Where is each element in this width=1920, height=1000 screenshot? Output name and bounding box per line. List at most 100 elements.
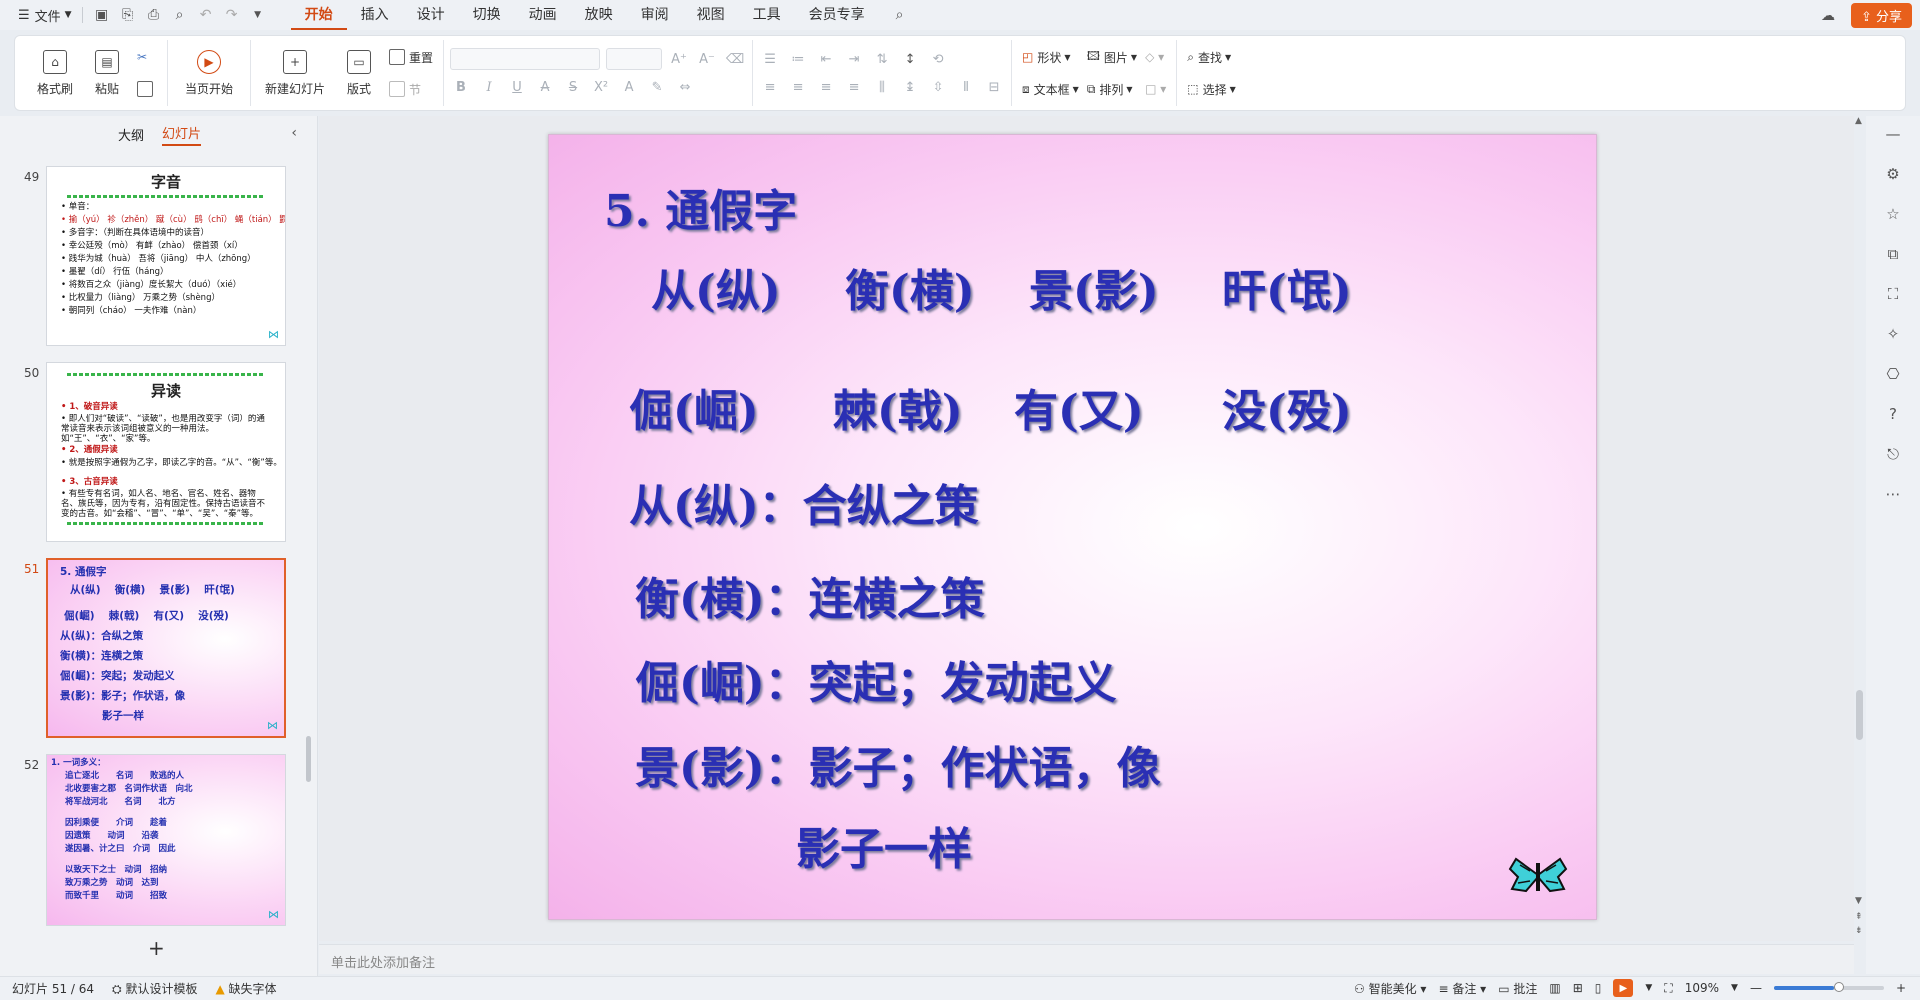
print-preview-icon[interactable]: ⌕ <box>169 4 191 26</box>
share-button[interactable]: ⇪ 分享 <box>1850 3 1912 28</box>
current-slide[interactable]: 5. 通假字 从(纵) 衡(横) 景(影) 旰(氓) 倔(崛) 棘(戟) 有(又… <box>548 134 1597 920</box>
fill-button[interactable]: ◇ ▾ <box>1145 45 1166 69</box>
new-slide-button[interactable]: + 新建幻灯片 <box>257 41 333 105</box>
reading-view-icon[interactable]: ▯ <box>1595 981 1602 995</box>
customize-toolbar-icon[interactable]: ▼ <box>247 4 269 26</box>
next-slide-icon[interactable]: ⇟ <box>1855 926 1863 936</box>
chevron-down-icon[interactable]: ▼ <box>1731 983 1738 993</box>
slide-definition[interactable]: 从(纵)：合纵之策 <box>629 470 979 534</box>
select-button[interactable]: ⬚ 选择 ▼ <box>1187 77 1236 101</box>
double-strike-icon[interactable]: S <box>562 76 584 98</box>
align-right-icon[interactable]: ≡ <box>815 76 837 98</box>
zoom-out-icon[interactable]: — <box>1750 981 1762 995</box>
tab-outline[interactable]: 大纲 <box>118 125 144 144</box>
slide-thumbnail-50[interactable]: 异读 • 1、破音异读 • 即人们对“破读”、“读破”，也是用改变字（词）的通常… <box>46 362 286 542</box>
cut-button[interactable]: ✂ <box>137 45 157 69</box>
bullets-icon[interactable]: ☰ <box>759 48 781 70</box>
collapse-panel-icon[interactable]: ‹ <box>291 125 297 141</box>
paste-button[interactable]: ▤ 粘贴 <box>81 41 133 105</box>
bold-icon[interactable]: B <box>450 76 472 98</box>
text-direction-icon[interactable]: ⇅ <box>871 48 893 70</box>
strikethrough-icon[interactable]: A <box>534 76 556 98</box>
slide-title[interactable]: 5. 通假字 <box>604 175 797 239</box>
decrease-indent-icon[interactable]: ⇤ <box>815 48 837 70</box>
layout-button[interactable]: ▭ 版式 <box>333 41 385 105</box>
properties-icon[interactable]: ⚙ <box>1883 164 1903 184</box>
italic-icon[interactable]: I <box>478 76 500 98</box>
font-family-select[interactable] <box>450 48 601 70</box>
slide-word[interactable]: 有(又) <box>1014 375 1144 439</box>
copy-button[interactable] <box>137 77 157 101</box>
prev-slide-icon[interactable]: ⇞ <box>1855 912 1863 922</box>
redo-icon[interactable]: ↷ <box>221 4 243 26</box>
tab-review[interactable]: 审阅 <box>627 0 683 30</box>
template-button[interactable]: ⛭ 默认设计模板 <box>112 980 197 997</box>
collapse-sidebar-icon[interactable]: — <box>1883 124 1903 144</box>
help-icon[interactable]: ? <box>1883 404 1903 424</box>
chevron-down-icon[interactable]: ▼ <box>1645 983 1652 993</box>
font-color-icon[interactable]: A <box>618 76 640 98</box>
tab-design[interactable]: 设计 <box>403 0 459 30</box>
star-icon[interactable]: ☆ <box>1883 204 1903 224</box>
cloud-sync-icon[interactable]: ☁ <box>1817 5 1839 27</box>
tools-icon[interactable]: ✧ <box>1883 324 1903 344</box>
numbering-icon[interactable]: ≔ <box>787 48 809 70</box>
zoom-level[interactable]: 109% <box>1685 981 1719 995</box>
notes-button[interactable]: ≡ 备注 ▾ <box>1438 980 1486 997</box>
save-icon[interactable]: ▣ <box>91 4 113 26</box>
justify-icon[interactable]: ≡ <box>843 76 865 98</box>
undo-icon[interactable]: ↶ <box>195 4 217 26</box>
sorter-view-icon[interactable]: ⊞ <box>1573 981 1583 995</box>
superscript-icon[interactable]: X² <box>590 76 612 98</box>
book-icon[interactable]: ⎔ <box>1883 364 1903 384</box>
slide-word[interactable]: 景(影) <box>1029 255 1159 319</box>
panel-scrollbar[interactable] <box>306 736 311 782</box>
slide-thumbnail-52[interactable]: 1. 一词多义： 追亡逐北 名词 败逃的人 北收要害之郡 名词作状语 向北 将军… <box>46 754 286 926</box>
reset-button[interactable]: 重置 <box>389 45 433 69</box>
slide-thumbnail-51[interactable]: 5. 通假字 从(纵) 衡(横) 景(影) 旰(氓) 倔(崛) 棘(戟) 有(又… <box>46 558 286 738</box>
sort-icon[interactable]: ↕ <box>899 48 921 70</box>
slide-definition[interactable]: 倔(崛)：突起；发动起义 <box>635 647 1117 711</box>
scroll-thumb[interactable] <box>1856 690 1863 740</box>
tab-slides[interactable]: 幻灯片 <box>162 123 202 146</box>
clear-format-icon[interactable]: ⌫ <box>724 48 746 70</box>
play-from-current-button[interactable]: ▶ 当页开始 <box>174 41 244 105</box>
missing-font-button[interactable]: ▲ 缺失字体 <box>215 980 276 997</box>
slide-definition[interactable]: 衡(横)：连横之策 <box>635 563 985 627</box>
increase-font-icon[interactable]: A⁺ <box>668 48 690 70</box>
tab-view[interactable]: 视图 <box>683 0 739 30</box>
highlight-icon[interactable]: ✎ <box>646 76 668 98</box>
shape-button[interactable]: ◰ 形状 ▼ <box>1022 45 1079 69</box>
slide-word[interactable]: 没(殁) <box>1222 375 1352 439</box>
line-spacing-icon[interactable]: ↨ <box>899 76 921 98</box>
scroll-down-icon[interactable]: ▼ <box>1855 896 1862 906</box>
beautify-button[interactable]: ⚇ 智能美化 ▾ <box>1354 980 1426 997</box>
play-slideshow-button[interactable]: ▶ <box>1613 979 1634 997</box>
print-icon[interactable]: ⎙ <box>143 4 165 26</box>
char-spacing-icon[interactable]: ⇔ <box>674 76 696 98</box>
slide-word[interactable]: 从(纵) <box>651 255 781 319</box>
fit-window-icon[interactable]: ⛶ <box>1664 981 1672 996</box>
tab-transition[interactable]: 切换 <box>459 0 515 30</box>
decrease-font-icon[interactable]: A⁻ <box>696 48 718 70</box>
tab-member[interactable]: 会员专享 <box>795 0 879 30</box>
slide-word[interactable]: 倔(崛) <box>629 375 759 439</box>
tab-home[interactable]: 开始 <box>290 0 347 30</box>
file-menu[interactable]: ☰ 文件 ▼ <box>14 0 76 30</box>
font-size-select[interactable] <box>606 48 663 70</box>
text-align-icon[interactable]: ⊟ <box>983 76 1005 98</box>
slide-definition[interactable]: 影子一样 <box>796 813 972 877</box>
add-slide-icon[interactable]: + <box>148 936 165 960</box>
columns-icon[interactable]: ⫴ <box>955 76 977 98</box>
distribute-icon[interactable]: ⫼ <box>871 76 893 98</box>
align-left-icon[interactable]: ≡ <box>759 76 781 98</box>
zoom-in-icon[interactable]: + <box>1896 981 1906 995</box>
convert-icon[interactable]: ⟲ <box>927 48 949 70</box>
outline-button[interactable]: □ ▾ <box>1145 77 1166 101</box>
zoom-slider[interactable] <box>1773 982 1884 992</box>
search-icon[interactable]: ⌕ <box>889 4 911 26</box>
comments-button[interactable]: ▭ 批注 <box>1498 980 1537 997</box>
slide-word[interactable]: 衡(横) <box>845 255 975 319</box>
scroll-up-icon[interactable]: ▲ <box>1855 116 1862 126</box>
arrange-button[interactable]: ⧉ 排列 ▼ <box>1087 77 1137 101</box>
